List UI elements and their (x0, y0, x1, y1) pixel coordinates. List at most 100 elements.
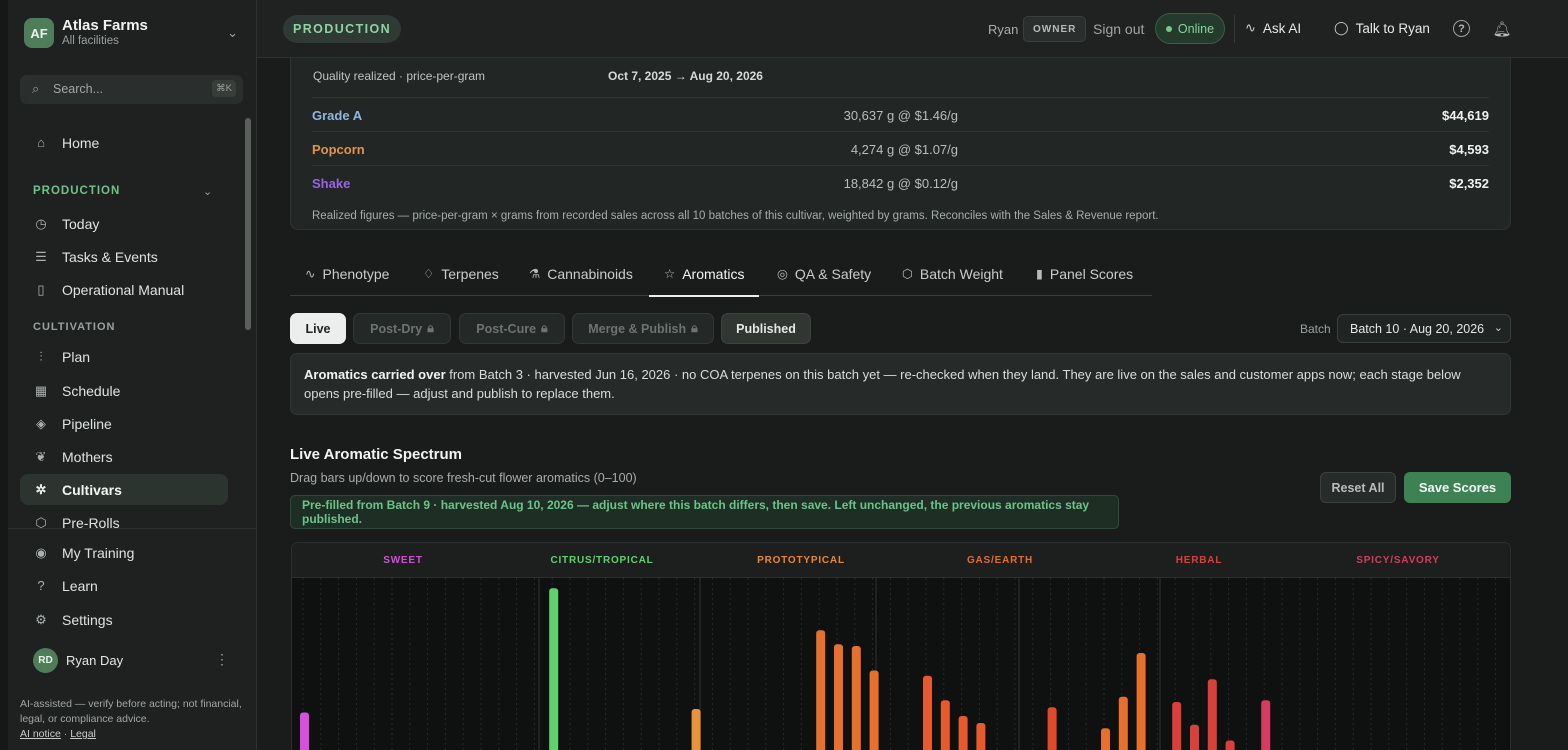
context-badge: PRODUCTION (283, 15, 402, 43)
chevron-down-icon[interactable]: ⌄ (203, 185, 212, 198)
nav-settings-label: Settings (62, 611, 113, 628)
aroma-bar[interactable] (869, 670, 879, 750)
grade-total: $44,619 (1442, 108, 1489, 123)
home-icon: ⌂ (37, 135, 45, 150)
nav-cultivars-label: Cultivars (62, 481, 122, 498)
aroma-bar[interactable] (1118, 696, 1128, 750)
aroma-bar[interactable] (1261, 700, 1271, 750)
tab-panel-scores[interactable]: ▮ Panel Scores (1036, 266, 1133, 296)
gear-icon: ⚙ (35, 611, 47, 627)
nav-tasks[interactable]: ☰ Tasks & Events (20, 241, 228, 272)
signout-link[interactable]: Sign out (1093, 21, 1144, 37)
lock-icon: 🔒︎ (427, 321, 434, 335)
status-dot (1165, 25, 1172, 32)
aroma-bar[interactable] (923, 675, 932, 750)
nav-learn[interactable]: ? Learn (20, 570, 228, 601)
grade-name: Grade A (312, 108, 363, 123)
nav-tasks-label: Tasks & Events (62, 248, 158, 265)
tab-batch-weight[interactable]: ⬡ Batch Weight (902, 266, 1003, 296)
aroma-bar[interactable] (851, 646, 861, 750)
tab-terpenes[interactable]: ♢ Terpenes (423, 266, 499, 296)
bell-icon[interactable]: 🔔︎ (1491, 18, 1513, 40)
lock-icon: 🔒︎ (691, 321, 698, 335)
search-input[interactable]: ⌕ Search... ⌘K (20, 75, 243, 104)
tab-cannabinoids[interactable]: ⚗ Cannabinoids (529, 266, 633, 296)
grade-name: Shake (312, 176, 351, 191)
nav-manual[interactable]: ▯ Operational Manual (20, 274, 228, 305)
cannabis-icon: ✲ (35, 481, 47, 497)
more-vertical-icon[interactable]: ⋮ (215, 651, 229, 668)
ai-disclaimer: AI-assisted — verify before acting; not … (20, 697, 248, 742)
sidebar: AF Atlas Farms All facilities ⌄ ⌕ Search… (0, 0, 257, 750)
stage-postdry[interactable]: Post-Dry 🔒︎ (353, 313, 451, 344)
stage-merge-publish[interactable]: Merge & Publish 🔒︎ (572, 313, 714, 344)
aroma-bar[interactable] (1190, 724, 1199, 750)
nav-mothers[interactable]: ❦ Mothers (20, 441, 228, 472)
stage-label: Merge & Publish (588, 321, 687, 336)
notice-title: Aromatics carried over (304, 367, 446, 382)
help-icon[interactable]: ? (1453, 20, 1470, 37)
stage-live[interactable]: Live (290, 313, 346, 344)
bar-chart-icon: ▮ (1036, 267, 1043, 281)
ask-ai-button[interactable]: ∿ Ask AI (1245, 20, 1301, 36)
tab-qa-safety[interactable]: ◎ QA & Safety (777, 266, 871, 296)
reset-all-button[interactable]: Reset All (1320, 472, 1396, 503)
save-scores-button[interactable]: Save Scores (1404, 472, 1511, 503)
category-herbal: HERBAL (1175, 555, 1223, 566)
tab-label: Phenotype (322, 266, 390, 282)
tab-aromatics[interactable]: ☆ Aromatics (648, 266, 760, 297)
section-production[interactable]: PRODUCTION (33, 185, 120, 197)
tab-label: Terpenes (441, 266, 499, 282)
nav-plan[interactable]: ⫶ Plan (20, 341, 228, 372)
star-icon: ☆ (664, 267, 676, 281)
revenue-row: Grade A 30,637 g @ $1.46/g $44,619 (312, 97, 1489, 131)
section-subtitle: Drag bars up/down to score fresh-cut flo… (290, 471, 637, 485)
legal-link[interactable]: Legal (70, 728, 96, 740)
nav-home-label: Home (62, 134, 100, 151)
nav-learn-label: Learn (62, 577, 98, 594)
user-menu[interactable]: RD Ryan Day ⋮ (20, 647, 240, 675)
category-spicy: SPICY/SAVORY (1356, 555, 1440, 566)
pulse-icon: ∿ (1245, 20, 1256, 35)
calendar-icon: ▦ (34, 382, 48, 398)
aroma-bar[interactable] (1047, 707, 1057, 750)
status-badge: Online (1155, 13, 1225, 44)
category-sweet: SWEET (383, 555, 423, 566)
org-switcher[interactable]: AF Atlas Farms All facilities ⌄ (24, 17, 244, 49)
tab-phenotype[interactable]: ∿ Phenotype (305, 266, 389, 296)
aroma-bar[interactable] (1225, 740, 1235, 750)
nav-schedule[interactable]: ▦ Schedule (20, 375, 228, 406)
nav-today-label: Today (62, 215, 100, 232)
aroma-bar[interactable] (940, 700, 950, 750)
nav-today[interactable]: ◷ Today (20, 208, 228, 239)
sidebar-scroll-thumb[interactable] (245, 118, 251, 330)
aroma-bar[interactable] (300, 712, 309, 750)
nav-cultivars[interactable]: ✲ Cultivars (20, 474, 228, 505)
aroma-bar[interactable] (958, 716, 968, 750)
nav-pipeline[interactable]: ◈ Pipeline (20, 408, 228, 439)
main-scroll-thumb[interactable] (1548, 58, 1568, 750)
aroma-bar[interactable] (549, 588, 559, 750)
aroma-bar[interactable] (691, 709, 701, 750)
stage-published[interactable]: Published (721, 313, 811, 344)
aroma-bar[interactable] (834, 644, 843, 750)
batch-select[interactable]: Batch 10 · Aug 20, 2026 ⌄ (1337, 314, 1511, 343)
nav-home[interactable]: ⌂ Home (20, 127, 228, 158)
search-icon: ⌕ (32, 81, 40, 96)
spectrum-plot[interactable] (292, 578, 1511, 750)
nav-training[interactable]: ◉ My Training (20, 537, 228, 568)
aroma-bar[interactable] (1136, 653, 1146, 750)
nav-settings[interactable]: ⚙ Settings (20, 604, 228, 635)
aroma-bar[interactable] (1172, 702, 1182, 750)
tab-label: QA & Safety (794, 266, 872, 282)
ai-notice-link[interactable]: AI notice (20, 728, 61, 740)
aroma-bar[interactable] (816, 630, 826, 750)
tab-label: Aromatics (682, 266, 745, 282)
aroma-bar[interactable] (976, 723, 986, 750)
category-gas-earth: GAS/EARTH (966, 555, 1034, 566)
stage-postcure[interactable]: Post-Cure 🔒︎ (459, 313, 565, 344)
talk-button[interactable]: ◯ Talk to Ryan (1334, 20, 1430, 36)
aroma-bar[interactable] (1101, 728, 1110, 750)
aroma-bar[interactable] (1207, 679, 1217, 750)
org-name: Atlas Farms (62, 17, 148, 34)
